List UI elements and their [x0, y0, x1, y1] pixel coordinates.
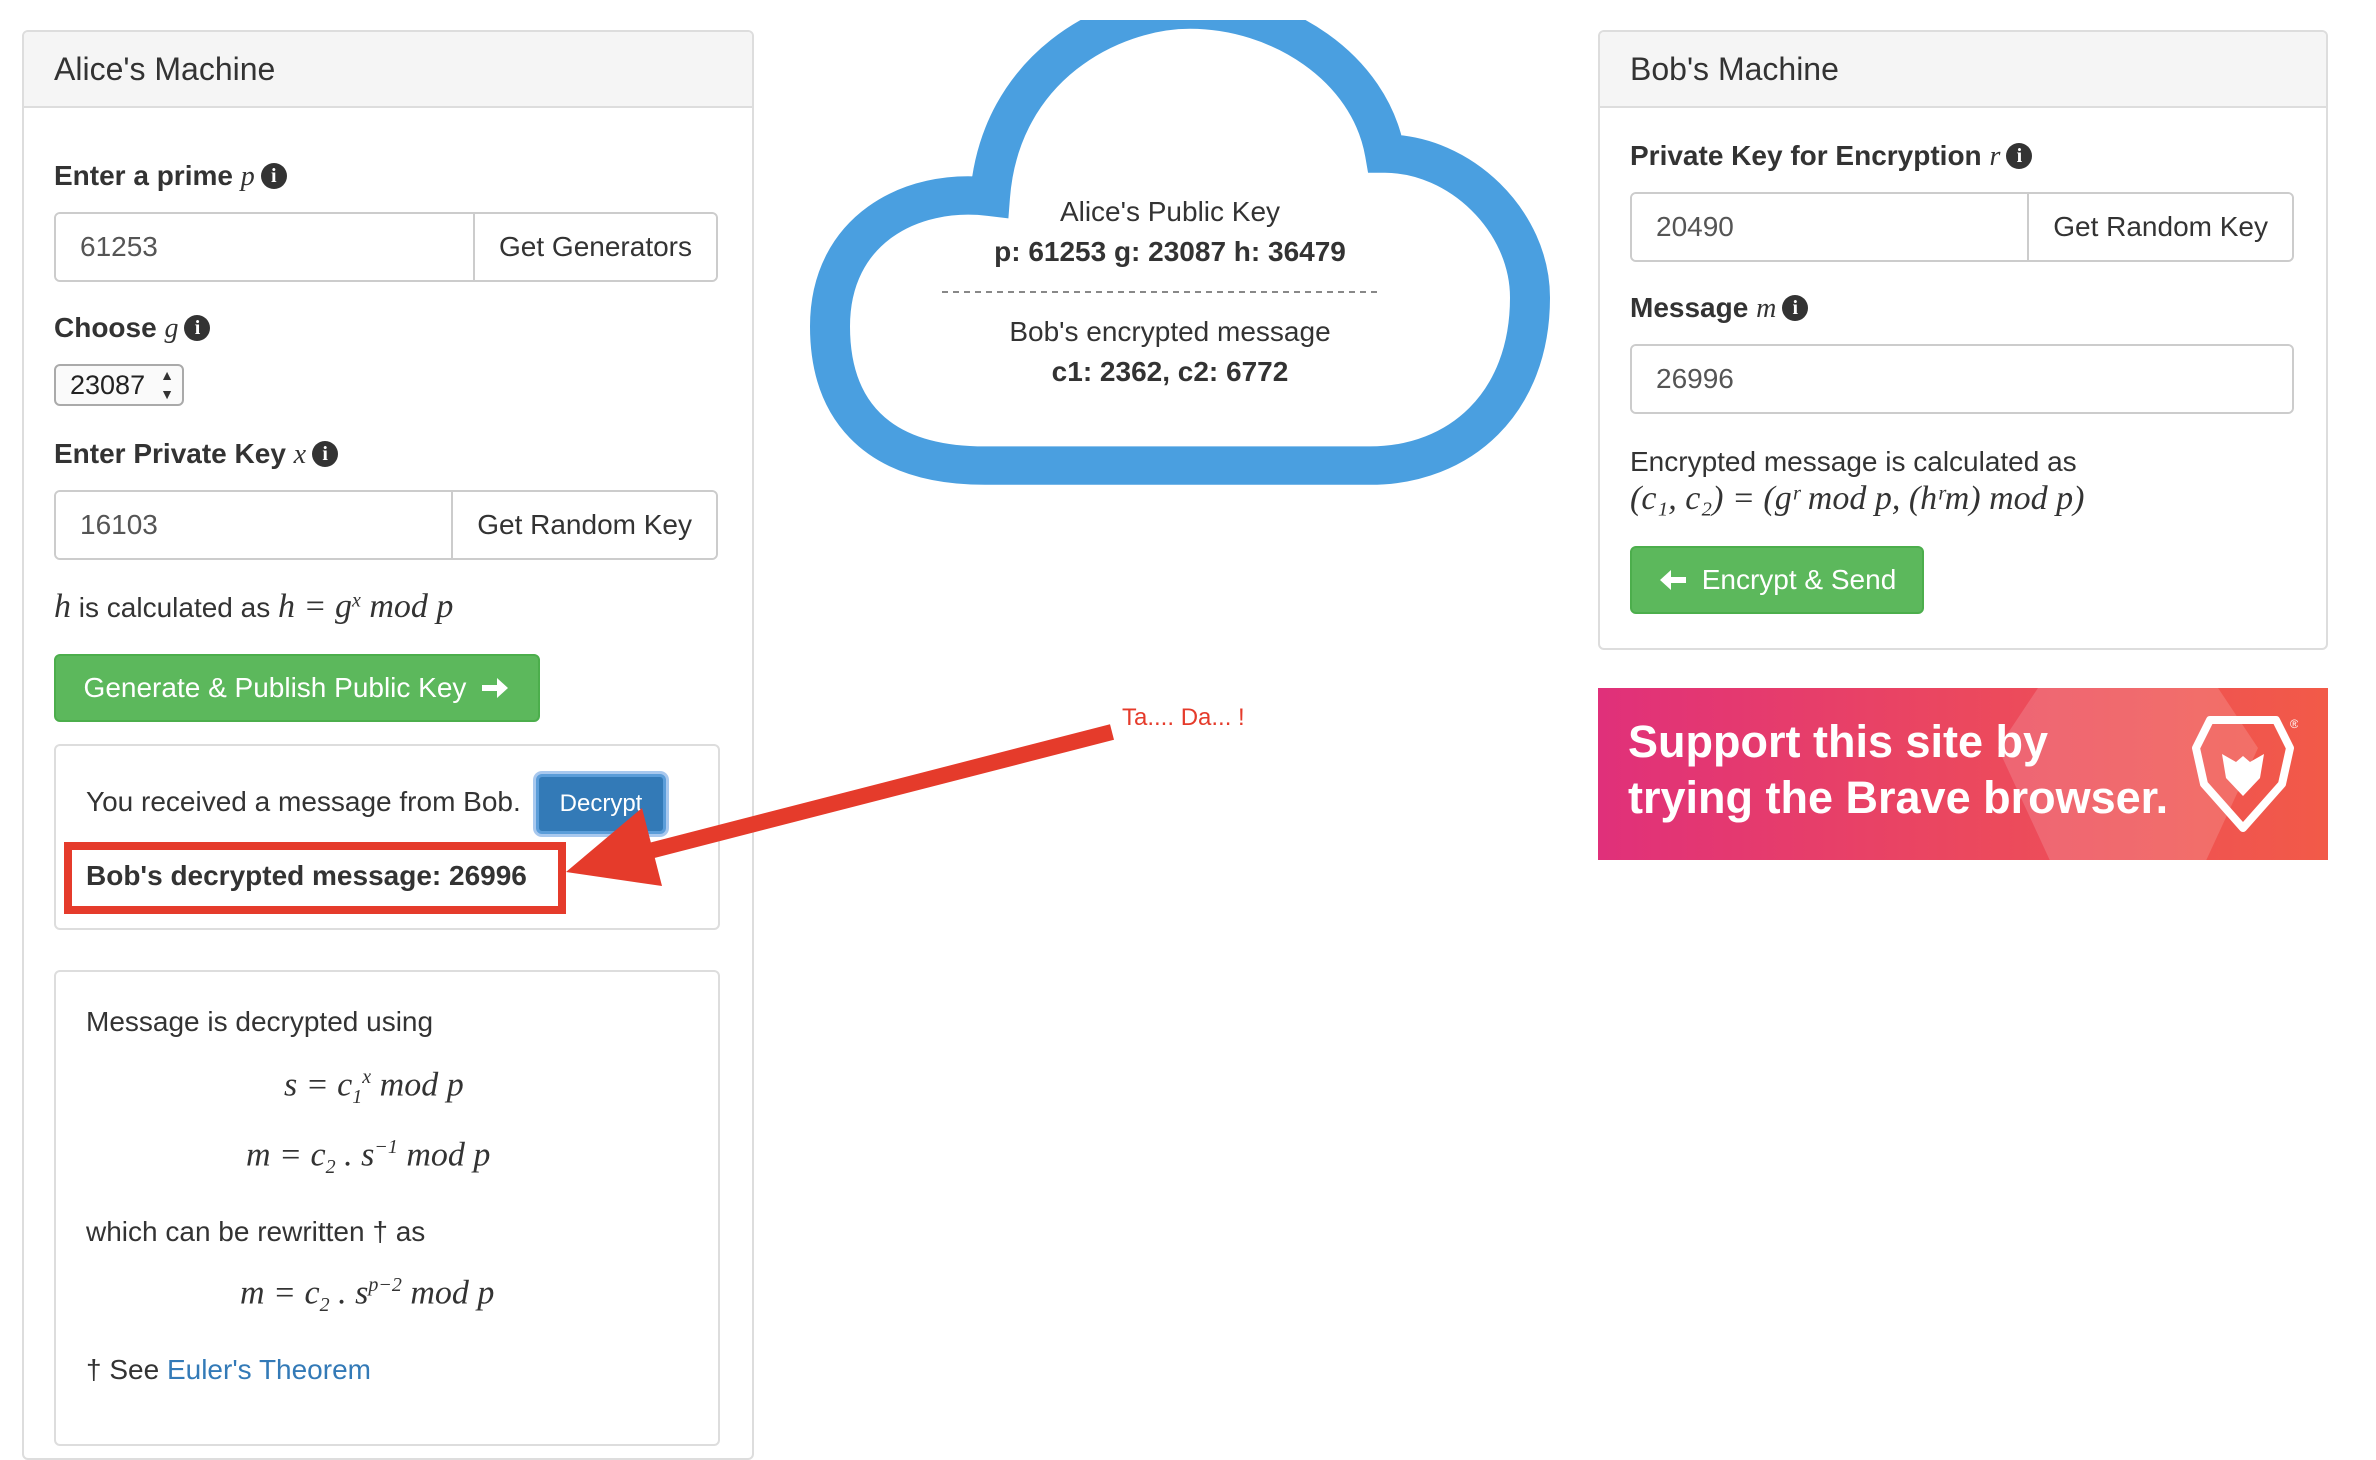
decrypt-button[interactable]: Decrypt [536, 774, 666, 834]
prime-input-group: Get Generators [54, 212, 718, 282]
encrypted-message-values: c1: 2362, c2: 6772 [1051, 356, 1289, 387]
encrypt-send-button[interactable]: Encrypt & Send [1630, 546, 1924, 614]
euler-footnote: † See Euler's Theorem [86, 1354, 371, 1385]
received-message-text: You received a message from Bob. [86, 786, 521, 817]
choose-g-label: Choose gi [54, 312, 211, 345]
encryption-formula: (c₁, c₂) = (gʳ mod p, (hʳm) mod p) [1630, 480, 2085, 517]
formula-m: m = c2 . s−1 mod p [246, 1136, 491, 1179]
prime-label: Enter a prime pi [54, 160, 287, 193]
private-key-label: Enter Private Key xi [54, 438, 339, 471]
info-icon[interactable]: i [184, 315, 211, 341]
message-label: Message mi [1630, 292, 1809, 325]
info-icon[interactable]: i [2006, 143, 2033, 169]
bob-private-key-label: Private Key for Encryption ri [1630, 140, 2033, 173]
brave-lion-logo: ® [2192, 716, 2298, 832]
alice-panel-title: Alice's Machine [24, 32, 752, 108]
public-key-title: Alice's Public Key [1059, 196, 1281, 227]
private-key-input[interactable] [56, 492, 452, 558]
arrow-left-icon [1659, 570, 1686, 590]
info-icon[interactable]: i [260, 163, 287, 189]
formula-s: s = c1x mod p [284, 1066, 464, 1109]
bob-private-key-input[interactable] [1632, 194, 2028, 260]
euler-theorem-link[interactable]: Euler's Theorem [167, 1354, 371, 1385]
info-icon[interactable]: i [312, 441, 339, 467]
encrypted-message-title: Bob's encrypted message [1009, 316, 1331, 347]
bob-panel-title: Bob's Machine [1600, 32, 2326, 108]
public-key-values: p: 61253 g: 23087 h: 36479 [994, 236, 1346, 267]
private-key-input-group: Get Random Key [54, 490, 718, 560]
select-arrows-icon: ▲ ▼ [160, 367, 174, 402]
encrypted-calc-text: Encrypted message is calculated as [1630, 446, 2077, 477]
message-input[interactable] [1632, 346, 2292, 412]
ta-da-annotation: Ta.... Da... ! [1122, 704, 1245, 731]
get-random-key-button[interactable]: Get Random Key [451, 492, 716, 558]
prime-input[interactable] [56, 214, 474, 280]
bob-get-random-key-button[interactable]: Get Random Key [2027, 194, 2292, 260]
decrypt-intro-text: Message is decrypted using [86, 1006, 434, 1037]
g-select-value: 23087 [70, 370, 146, 400]
message-input-group [1630, 344, 2294, 414]
brave-ad-banner[interactable]: Support this site by trying the Brave br… [1598, 688, 2328, 860]
rewritten-text: which can be rewritten † as [86, 1216, 426, 1247]
svg-text:®: ® [2290, 717, 2298, 731]
ad-line-1: Support this site by [1628, 716, 2049, 767]
bob-private-key-input-group: Get Random Key [1630, 192, 2294, 262]
get-generators-button[interactable]: Get Generators [473, 214, 716, 280]
ad-line-2: trying the Brave browser. [1628, 772, 2169, 823]
generate-publish-button[interactable]: Generate & Publish Public Key [54, 654, 540, 722]
g-select[interactable]: 23087 ▲ ▼ [54, 364, 184, 406]
formula-m-rewritten: m = c2 . sp−2 mod p [240, 1274, 495, 1317]
arrow-right-icon [482, 678, 509, 698]
h-calc-text: h is calculated as h = gx mod p [54, 588, 454, 625]
info-icon[interactable]: i [1782, 295, 1809, 321]
decrypted-message: Bob's decrypted message: 26996 [86, 860, 527, 891]
